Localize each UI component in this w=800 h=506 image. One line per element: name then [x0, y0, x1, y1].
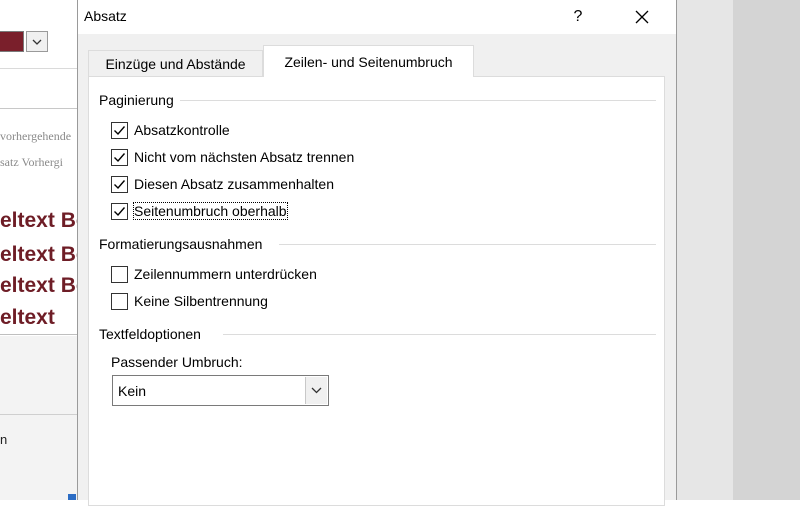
doc-body-text-line: eltext Bo: [0, 274, 78, 297]
background-document: vorhergehende satz Vorhergi eltext Bo el…: [0, 0, 78, 500]
doc-gray-text-line: satz Vorhergi: [0, 155, 63, 169]
group-label-formatierung: Formatierungsausnahmen: [99, 236, 269, 252]
no-hyphenation-option[interactable]: Keine Silbentrennung: [111, 291, 268, 311]
suppress-line-numbers-option[interactable]: Zeilennummern unterdrücken: [111, 264, 317, 284]
tab-line-page-breaks[interactable]: Zeilen- und Seitenumbruch: [263, 45, 474, 77]
doc-body-text-line: eltext Bo: [0, 243, 78, 266]
widow-control-label: Absatzkontrolle: [134, 122, 230, 138]
tab-label: Zeilen- und Seitenumbruch: [284, 53, 453, 70]
close-button[interactable]: [618, 0, 666, 34]
tight-wrap-dropdown-button[interactable]: [305, 377, 327, 404]
suppress-line-numbers-checkbox[interactable]: [111, 265, 128, 283]
tab-label: Einzüge und Abstände: [105, 55, 246, 72]
document-lower-pane: [0, 336, 78, 500]
blue-indicator: [68, 494, 76, 500]
keep-with-next-option[interactable]: Nicht vom nächsten Absatz trennen: [111, 147, 354, 167]
group-divider: [279, 244, 656, 245]
widow-control-checkbox[interactable]: [111, 121, 128, 139]
checkmark-icon: [114, 152, 126, 162]
doc-gray-text-line: vorhergehende: [0, 129, 72, 143]
document-page: vorhergehende satz Vorhergi eltext Bo el…: [0, 109, 78, 335]
keep-with-next-label: Nicht vom nächsten Absatz trennen: [134, 149, 355, 165]
checkmark-icon: [114, 125, 126, 135]
checkmark-icon: [114, 179, 126, 189]
tab-panel: Paginierung Absatzkontrolle Nicht vom nä…: [88, 76, 665, 506]
paragraph-dialog: Absatz ? Einzüge und Abstände Zeilen- un…: [77, 0, 677, 506]
keep-lines-together-option[interactable]: Diesen Absatz zusammenhalten: [111, 174, 334, 194]
lower-pane-divider: [0, 414, 78, 415]
widow-control-option[interactable]: Absatzkontrolle: [111, 120, 230, 140]
font-color-dropdown-button[interactable]: [26, 31, 48, 52]
group-label-paginierung: Paginierung: [99, 92, 180, 108]
group-label-textfeld: Textfeldoptionen: [99, 326, 207, 342]
tight-wrap-select[interactable]: Kein: [112, 375, 329, 406]
doc-body-text-line: eltext: [0, 306, 55, 329]
keep-lines-together-label: Diesen Absatz zusammenhalten: [134, 176, 334, 192]
tab-indents-spacing[interactable]: Einzüge und Abstände: [88, 50, 263, 76]
dialog-titlebar[interactable]: Absatz ?: [78, 0, 676, 34]
page-break-before-label: Seitenumbruch oberhalb: [133, 202, 288, 220]
group-divider: [179, 100, 656, 101]
lower-pane-text: n: [0, 432, 8, 447]
keep-lines-together-checkbox[interactable]: [111, 175, 128, 193]
group-divider: [223, 334, 656, 335]
chevron-down-icon: [32, 39, 42, 45]
ribbon-divider: [0, 68, 78, 69]
page-break-before-option[interactable]: Seitenumbruch oberhalb: [111, 201, 288, 221]
no-hyphenation-label: Keine Silbentrennung: [134, 293, 268, 309]
tight-wrap-value: Kein: [118, 383, 147, 399]
suppress-line-numbers-label: Zeilennummern unterdrücken: [134, 266, 317, 282]
document-divider: [0, 334, 78, 335]
close-icon: [635, 10, 649, 24]
font-color-swatch[interactable]: [0, 31, 24, 52]
dialog-title: Absatz: [84, 8, 127, 24]
page-break-before-checkbox[interactable]: [111, 202, 128, 220]
chevron-down-icon: [311, 387, 322, 394]
no-hyphenation-checkbox[interactable]: [111, 292, 128, 310]
doc-body-text-line: eltext Bo: [0, 209, 78, 232]
help-button[interactable]: ?: [556, 0, 600, 34]
checkmark-icon: [114, 206, 126, 216]
tight-wrap-label: Passender Umbruch:: [111, 354, 243, 370]
background-right-shade: [733, 0, 800, 500]
keep-with-next-checkbox[interactable]: [111, 148, 128, 166]
